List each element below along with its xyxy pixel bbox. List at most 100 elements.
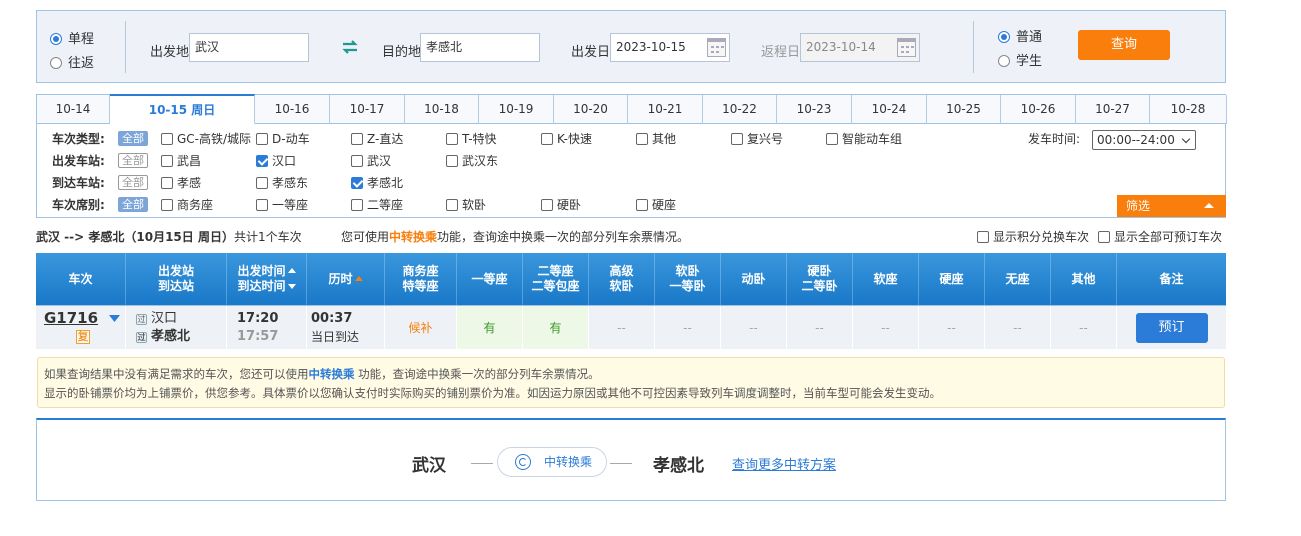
train-type-option[interactable]: 其他 [636, 130, 676, 148]
depart-station-option[interactable]: 武昌 [161, 152, 201, 170]
show-points-checkbox[interactable]: 显示积分兑换车次 [977, 228, 1089, 246]
divider [973, 21, 974, 73]
student-radio[interactable] [998, 55, 1010, 67]
normal-radio[interactable] [998, 31, 1010, 43]
times-cell: 17:20 17:57 [227, 306, 307, 349]
seat-type-option[interactable]: 一等座 [256, 196, 308, 214]
seat-type-option[interactable]: 软卧 [446, 196, 486, 214]
passenger-normal-option[interactable]: 普通 [998, 26, 1042, 45]
date-tab[interactable]: 10-24 [852, 95, 927, 124]
depart-station-option[interactable]: 武汉东 [446, 152, 498, 170]
more-transfer-link[interactable]: 查询更多中转方案 [732, 454, 836, 473]
date-tab[interactable]: 10-14 [37, 95, 110, 124]
transfer-icon [515, 454, 531, 470]
date-tab[interactable]: 10-27 [1076, 95, 1150, 124]
seat-type-label: 车次席别: [52, 198, 105, 212]
col-first-class: 一等座 [457, 253, 523, 305]
train-type-option[interactable]: 智能动车组 [826, 130, 902, 148]
date-tab[interactable]: 10-25 [927, 95, 1001, 124]
chevron-down-icon[interactable] [109, 312, 120, 326]
to-input[interactable]: 孝感北 [420, 33, 540, 62]
train-type-option[interactable]: Z-直达 [351, 130, 403, 148]
col-duration[interactable]: 历时 [307, 253, 385, 305]
seat-first-class[interactable]: 有 [457, 306, 523, 349]
arrive-station-option[interactable]: 孝感北 [351, 174, 403, 192]
train-no-cell: G1716 复 [36, 306, 126, 349]
arrive-station-label: 到达车站: [52, 176, 105, 190]
train-type-row: 车次类型: 全部 GC-高铁/城际 D-动车 Z-直达 T-特快 K-快速 其他… [52, 130, 1222, 148]
trip-oneway-option[interactable]: 单程 [50, 28, 94, 47]
transfer-panel: 武汉 中转换乘 孝感北 查询更多中转方案 [36, 418, 1226, 501]
transfer-tip-link[interactable]: 中转换乘 [389, 230, 437, 244]
train-type-all[interactable]: 全部 [118, 131, 148, 146]
date-tab[interactable]: 10-23 [777, 95, 852, 124]
connector-line [471, 463, 493, 464]
col-hard-sleeper: 硬卧 二等卧 [787, 253, 853, 305]
book-button[interactable]: 预订 [1135, 312, 1208, 343]
date-tab-selected[interactable]: 10-15 周日 [110, 94, 255, 124]
oneway-radio[interactable] [50, 33, 62, 45]
depart-station-all[interactable]: 全部 [118, 153, 148, 168]
train-type-option[interactable]: GC-高铁/城际 [161, 130, 251, 148]
seat-second-class[interactable]: 有 [523, 306, 589, 349]
date-tab[interactable]: 10-19 [479, 95, 554, 124]
to-station: 过孝感北 [136, 328, 191, 344]
notice-transfer-link[interactable]: 中转换乘 [309, 367, 355, 381]
filter-button[interactable]: 筛选 [1117, 195, 1226, 217]
roundtrip-radio[interactable] [50, 57, 62, 69]
seat-type-option[interactable]: 硬座 [636, 196, 676, 214]
depart-time-label: 发车时间: [1028, 132, 1081, 146]
transfer-pill[interactable]: 中转换乘 [497, 447, 607, 477]
arrive-station-option[interactable]: 孝感 [161, 174, 201, 192]
train-type-option[interactable]: K-快速 [541, 130, 592, 148]
date-tab[interactable]: 10-17 [330, 95, 405, 124]
date-tab[interactable]: 10-21 [628, 95, 703, 124]
seat-business[interactable]: 候补 [385, 306, 457, 349]
calendar-icon[interactable] [897, 38, 916, 57]
train-type-option[interactable]: D-动车 [256, 130, 310, 148]
date-tab[interactable]: 10-28 [1150, 95, 1227, 124]
train-type-option[interactable]: T-特快 [446, 130, 497, 148]
col-hard-seat: 硬座 [919, 253, 985, 305]
depart-station-option[interactable]: 汉口 [256, 152, 296, 170]
sort-up-icon [354, 275, 363, 281]
transfer-tip: 您可使用中转换乘功能，查询途中换乘一次的部分列车余票情况。 [341, 230, 690, 244]
depart-station-label: 出发车站: [52, 154, 105, 168]
trip-roundtrip-option[interactable]: 往返 [50, 52, 94, 71]
notice-line-2: 显示的卧铺票价均为上铺票价，供您参考。具体票价以您确认支付时实际购买的铺别票价为… [44, 386, 941, 400]
depart-time-select[interactable]: 00:00--24:00 [1092, 130, 1196, 150]
col-second-class: 二等座 二等包座 [523, 253, 589, 305]
return-date-input[interactable]: 2023-10-14 [800, 33, 920, 62]
transfer-from: 武汉 [412, 456, 446, 476]
passenger-student-option[interactable]: 学生 [998, 50, 1042, 69]
train-no-link[interactable]: G1716 [44, 309, 98, 327]
date-tab[interactable]: 10-22 [703, 95, 777, 124]
arrive-station-all[interactable]: 全部 [118, 175, 148, 190]
col-times[interactable]: 出发时间 到达时间 [227, 253, 307, 305]
date-tab[interactable]: 10-16 [255, 95, 330, 124]
seat-type-option[interactable]: 硬卧 [541, 196, 581, 214]
seat-type-option[interactable]: 商务座 [161, 196, 213, 214]
seat-hard-seat: -- [919, 306, 985, 349]
seat-soft-sleeper: -- [655, 306, 721, 349]
from-input[interactable]: 武汉 [189, 33, 309, 62]
duration: 00:37 [311, 310, 353, 326]
depart-station-option[interactable]: 武汉 [351, 152, 391, 170]
train-type-option[interactable]: 复兴号 [731, 130, 783, 148]
col-soft-sleeper: 软卧 一等卧 [655, 253, 721, 305]
swap-icon[interactable] [341, 39, 359, 55]
seat-type-option[interactable]: 二等座 [351, 196, 403, 214]
transfer-to: 孝感北 [653, 456, 704, 476]
table-row: G1716 复 过汉口 过孝感北 17:20 17:57 00:37 当日到达 … [36, 305, 1226, 349]
date-tab[interactable]: 10-26 [1001, 95, 1076, 124]
show-all-checkbox[interactable]: 显示全部可预订车次 [1098, 228, 1222, 246]
arrive-station-row: 到达车站: 全部 孝感 孝感东 孝感北 [52, 174, 752, 192]
calendar-icon[interactable] [707, 38, 726, 57]
query-button[interactable]: 查询 [1078, 30, 1170, 60]
arrive-station-option[interactable]: 孝感东 [256, 174, 308, 192]
seat-type-all[interactable]: 全部 [118, 197, 148, 212]
date-tab[interactable]: 10-20 [554, 95, 628, 124]
seat-type-row: 车次席别: 全部 商务座 一等座 二等座 软卧 硬卧 硬座 [52, 196, 752, 214]
depart-date-input[interactable]: 2023-10-15 [610, 33, 730, 62]
date-tab[interactable]: 10-18 [405, 95, 479, 124]
